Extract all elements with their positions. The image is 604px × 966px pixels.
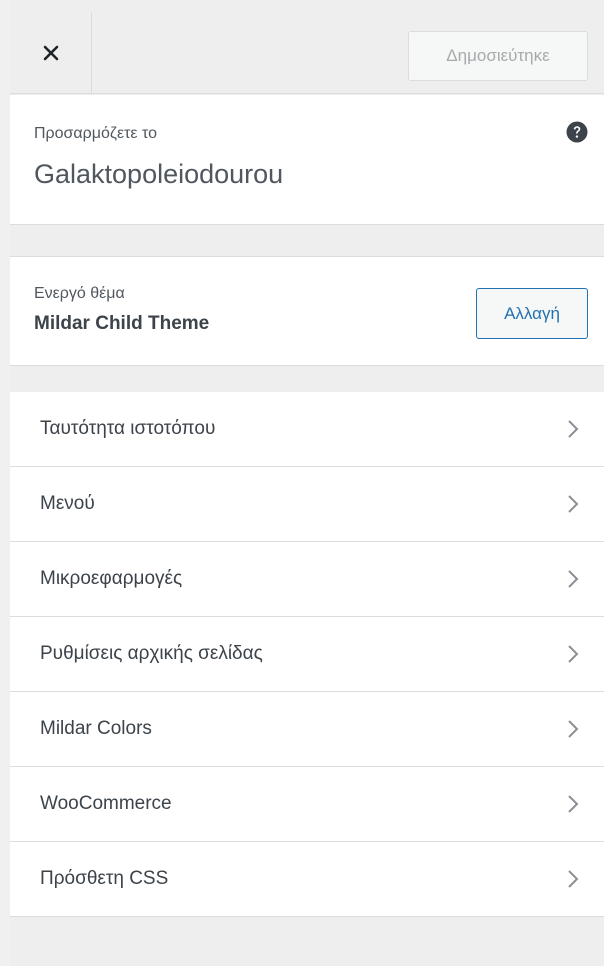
customizer-panels: Ταυτότητα ιστοτόπου Μενού Μικροεφαρμογές…: [10, 392, 604, 917]
help-icon[interactable]: [566, 121, 588, 143]
panel-label: Πρόσθετη CSS: [40, 868, 169, 889]
panel-label: WooCommerce: [40, 793, 172, 814]
panel-item-site-identity[interactable]: Ταυτότητα ιστοτόπου: [10, 392, 604, 467]
chevron-right-icon: [568, 870, 579, 888]
chevron-right-icon: [568, 420, 579, 438]
change-theme-button[interactable]: Αλλαγή: [476, 288, 588, 339]
panel-item-additional-css[interactable]: Πρόσθετη CSS: [10, 842, 604, 917]
chevron-right-icon: [568, 795, 579, 813]
customizer-sidebar: Δημοσιεύτηκε Προσαρμόζετε το Galaktopole…: [10, 0, 604, 966]
panel-item-mildar-colors[interactable]: Mildar Colors: [10, 692, 604, 767]
panel-label: Μικροεφαρμογές: [40, 568, 183, 589]
chevron-right-icon: [568, 495, 579, 513]
panel-label: Mildar Colors: [40, 718, 152, 739]
publish-button[interactable]: Δημοσιεύτηκε: [408, 31, 588, 81]
active-theme-caption: Ενεργό θέμα: [34, 285, 125, 302]
close-icon: [43, 45, 58, 61]
active-theme-section: Ενεργό θέμα Mildar Child Theme Αλλαγή: [10, 256, 604, 366]
customizer-info: Προσαρμόζετε το Galaktopoleiodourou: [10, 95, 604, 225]
panel-item-menus[interactable]: Μενού: [10, 467, 604, 542]
chevron-right-icon: [568, 720, 579, 738]
info-caption: Προσαρμόζετε το: [34, 125, 157, 142]
active-theme-name: Mildar Child Theme: [34, 313, 210, 334]
close-button[interactable]: [10, 12, 92, 94]
panel-item-homepage-settings[interactable]: Ρυθμίσεις αρχικής σελίδας: [10, 617, 604, 692]
panel-item-woocommerce[interactable]: WooCommerce: [10, 767, 604, 842]
site-title: Galaktopoleiodourou: [34, 159, 284, 189]
panel-label: Ρυθμίσεις αρχικής σελίδας: [40, 643, 263, 664]
chevron-right-icon: [568, 645, 579, 663]
panel-item-widgets[interactable]: Μικροεφαρμογές: [10, 542, 604, 617]
panel-label: Μενού: [40, 493, 95, 514]
panel-label: Ταυτότητα ιστοτόπου: [40, 418, 216, 439]
customizer-header: Δημοσιεύτηκε: [10, 12, 604, 94]
chevron-right-icon: [568, 570, 579, 588]
